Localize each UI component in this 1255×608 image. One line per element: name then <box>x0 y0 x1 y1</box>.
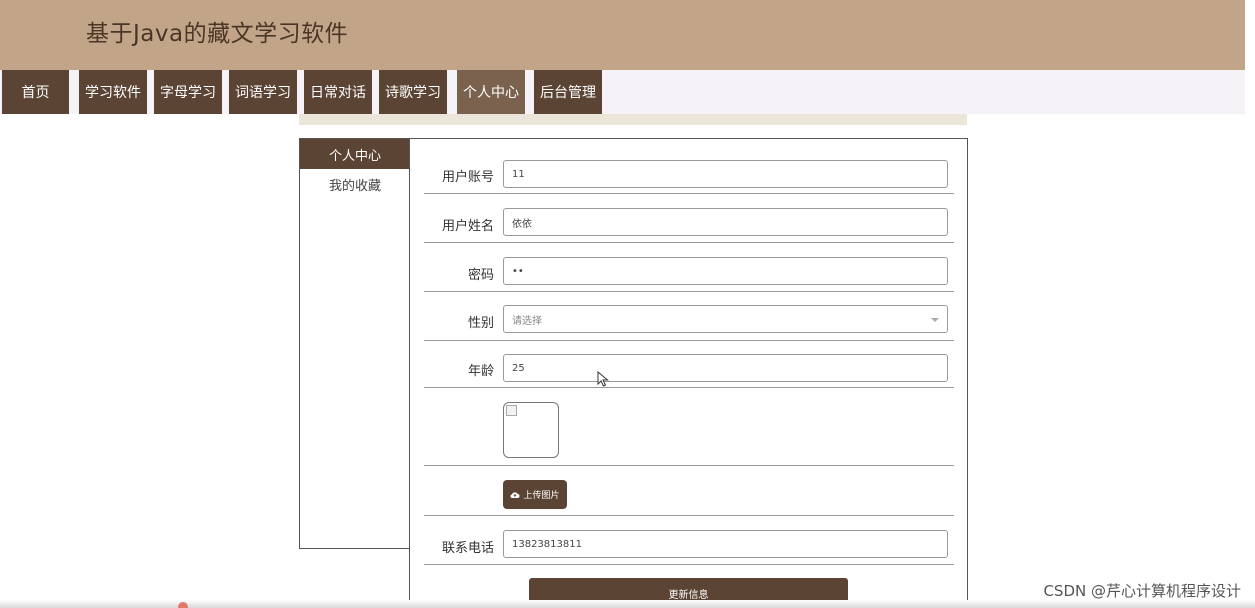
nav-item-learning-software[interactable]: 学习软件 <box>79 70 147 114</box>
password-label: 密码 <box>467 268 494 283</box>
side-item-favorites[interactable]: 我的收藏 <box>300 169 410 199</box>
nav-item-personal-center[interactable]: 个人中心 <box>457 70 525 114</box>
form-row-account: 用户账号 11 <box>424 159 954 194</box>
nav-item-daily-dialogue[interactable]: 日常对话 <box>304 70 372 114</box>
age-input[interactable]: 25 <box>503 354 948 382</box>
side-menu: 个人中心 我的收藏 <box>299 138 410 549</box>
gender-select[interactable]: 请选择 <box>503 305 948 333</box>
bottom-shadow <box>0 600 1255 608</box>
chevron-down-icon <box>931 318 939 322</box>
profile-form: 用户账号 11 用户姓名 依依 密码 •• 性别 请选择 年龄 25 上传图片 … <box>409 138 968 608</box>
form-row-age: 年龄 25 <box>424 353 954 388</box>
form-row-name: 用户姓名 依依 <box>424 207 954 243</box>
name-input[interactable]: 依依 <box>503 208 948 236</box>
status-dot-icon <box>178 602 188 608</box>
nav-item-admin[interactable]: 后台管理 <box>534 70 602 114</box>
account-input[interactable]: 11 <box>503 160 948 188</box>
form-row-password: 密码 •• <box>424 256 954 292</box>
site-title: 基于Java的藏文学习软件 <box>86 21 349 47</box>
side-item-personal-center[interactable]: 个人中心 <box>300 139 410 169</box>
content-top-strip <box>299 114 967 125</box>
main-navbar: 首页 学习软件 字母学习 词语学习 日常对话 诗歌学习 个人中心 后台管理 <box>0 70 1245 114</box>
watermark: CSDN @芹心计算机程序设计 <box>1043 582 1241 600</box>
password-input[interactable]: •• <box>503 257 948 285</box>
nav-item-poetry[interactable]: 诗歌学习 <box>379 70 447 114</box>
phone-label: 联系电话 <box>441 541 494 556</box>
broken-image-icon <box>506 405 517 416</box>
mouse-pointer-icon <box>597 371 609 387</box>
nav-item-words[interactable]: 词语学习 <box>229 70 297 114</box>
name-label: 用户姓名 <box>441 219 494 234</box>
gender-label: 性别 <box>467 316 494 331</box>
nav-item-alphabet[interactable]: 字母学习 <box>154 70 222 114</box>
phone-input[interactable]: 13823813811 <box>503 530 948 558</box>
upload-image-label: 上传图片 <box>523 491 560 501</box>
upload-image-button[interactable]: 上传图片 <box>503 480 567 509</box>
form-row-gender: 性别 请选择 <box>424 304 954 341</box>
nav-item-home[interactable]: 首页 <box>2 70 69 114</box>
site-header: 基于Java的藏文学习软件 <box>0 0 1245 70</box>
age-label: 年龄 <box>467 364 494 379</box>
form-row-phone: 联系电话 13823813811 <box>424 529 954 565</box>
avatar-preview <box>503 402 559 458</box>
cloud-upload-icon <box>510 491 520 498</box>
account-label: 用户账号 <box>441 170 494 185</box>
gender-select-value: 请选择 <box>512 315 542 327</box>
